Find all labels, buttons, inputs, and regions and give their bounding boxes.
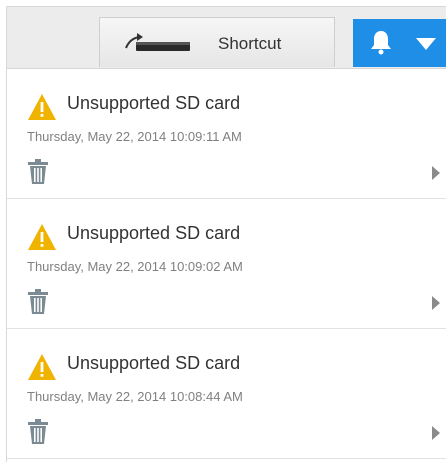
notification-timestamp: Thursday, May 22, 2014 10:08:44 AM	[27, 389, 243, 404]
chevron-down-icon	[416, 38, 436, 50]
top-toolbar: Shortcut	[7, 7, 446, 69]
notification-list: Unsupported SD card Thursday, May 22, 20…	[7, 69, 446, 459]
notifications-panel: Shortcut Unsupported SD card Thursday, M…	[6, 6, 446, 462]
notification-item[interactable]: Unsupported SD card Thursday, May 22, 20…	[7, 69, 446, 199]
notification-item[interactable]: Unsupported SD card Thursday, May 22, 20…	[7, 329, 446, 459]
notification-timestamp: Thursday, May 22, 2014 10:09:11 AM	[27, 129, 242, 144]
shortcut-button[interactable]: Shortcut	[99, 17, 335, 67]
notification-title: Unsupported SD card	[67, 223, 241, 243]
trash-icon[interactable]	[27, 419, 49, 445]
shortcut-label: Shortcut	[218, 34, 282, 53]
chevron-right-icon[interactable]	[431, 425, 441, 441]
notifications-dropdown-button[interactable]	[353, 19, 446, 67]
notification-title: Unsupported SD card	[67, 93, 241, 113]
warning-icon	[28, 354, 56, 380]
bell-icon	[371, 31, 391, 55]
notification-timestamp: Thursday, May 22, 2014 10:09:02 AM	[27, 259, 243, 274]
shortcut-device-icon	[125, 33, 190, 51]
trash-icon[interactable]	[27, 159, 49, 185]
notification-item[interactable]: Unsupported SD card Thursday, May 22, 20…	[7, 199, 446, 329]
chevron-right-icon[interactable]	[431, 295, 441, 311]
warning-icon	[28, 94, 56, 120]
chevron-right-icon[interactable]	[431, 165, 441, 181]
notification-title: Unsupported SD card	[67, 353, 241, 373]
warning-icon	[28, 224, 56, 250]
trash-icon[interactable]	[27, 289, 49, 315]
